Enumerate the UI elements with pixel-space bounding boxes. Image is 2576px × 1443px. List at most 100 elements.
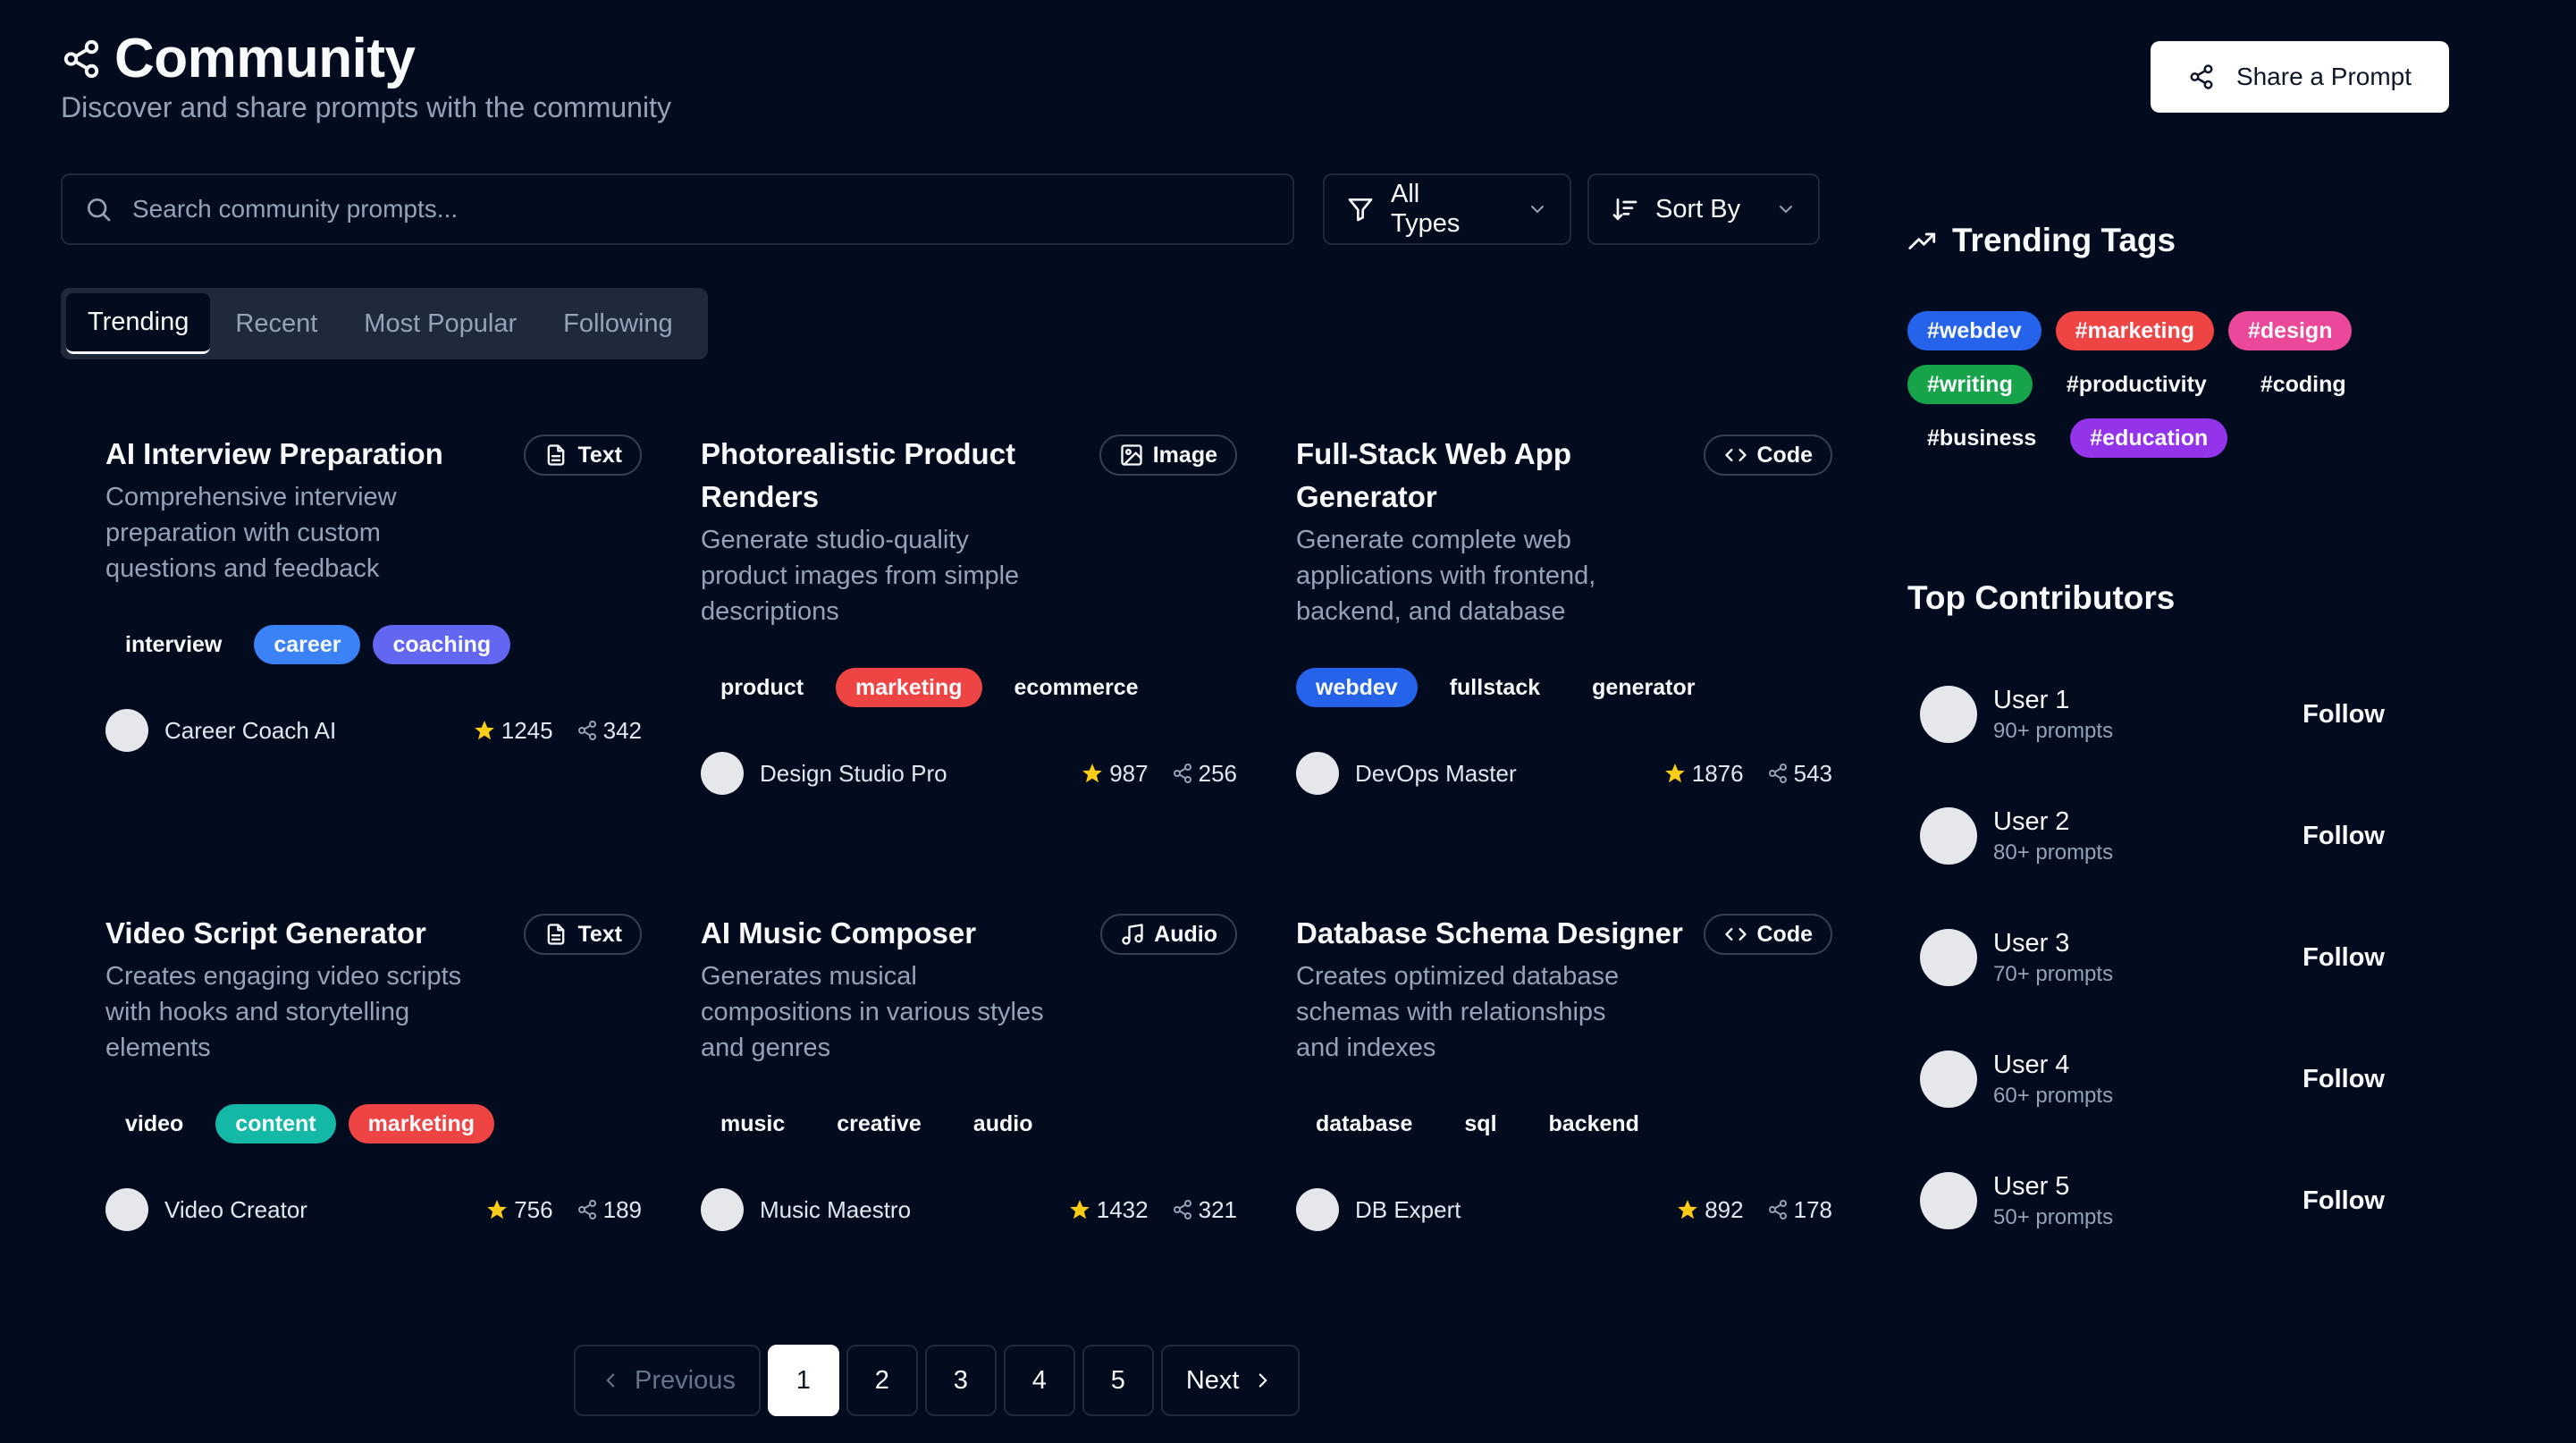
top-contributors-heading: Top Contributors [1907,579,2175,617]
follow-button[interactable]: Follow [2302,1065,2385,1094]
contributor-prompt-count: 70+ prompts [1993,961,2114,986]
contributor-info: User 4 60+ prompts [1993,1051,2302,1109]
prompt-card[interactable]: Database Schema Designer Code Creates opti… [1296,912,1832,1232]
trending-tag[interactable]: #productivity [2047,365,2227,404]
tag-chip[interactable]: music [701,1104,804,1143]
tab-trending[interactable]: Trending [66,293,211,354]
author-name[interactable]: Music Maestro [760,1196,1045,1224]
trending-tag[interactable]: #marketing [2055,311,2214,350]
share-count[interactable]: 256 [1172,760,1237,788]
tag-chip[interactable]: database [1296,1104,1432,1143]
trending-tag[interactable]: #business [1907,418,2056,458]
follow-button[interactable]: Follow [2302,700,2385,730]
star-count[interactable]: 1245 [473,717,553,745]
card-description: Generates musical compositions in variou… [701,962,1044,1062]
prompt-card[interactable]: Photorealistic Product Renders Image Gener… [701,433,1237,796]
share-icon [1767,1199,1789,1220]
chevron-down-icon [1527,198,1548,220]
tag-chip[interactable]: video [105,1104,203,1143]
tab-following[interactable]: Following [542,293,695,354]
page-button-5[interactable]: 5 [1082,1345,1154,1416]
type-badge: Audio [1100,914,1237,955]
author-name[interactable]: Design Studio Pro [760,760,1057,788]
tag-chip[interactable]: career [254,625,361,664]
star-icon [1663,762,1687,785]
music-note-icon [1120,922,1145,947]
contributor-name[interactable]: User 5 [1993,1172,2302,1202]
sort-dropdown[interactable]: Sort By [1587,173,1820,245]
tag-chip[interactable]: generator [1572,668,1714,707]
star-count[interactable]: 987 [1081,760,1149,788]
card-header: Database Schema Designer Code [1296,912,1832,955]
author-name[interactable]: Video Creator [164,1196,462,1224]
type-filter-dropdown[interactable]: All Types [1323,173,1571,245]
card-header: Video Script Generator Text [105,912,642,955]
share-count[interactable]: 189 [577,1196,642,1224]
card-title: Photorealistic Product Renders [701,437,1016,513]
tag-chip[interactable]: fullstack [1430,668,1560,707]
contributor-row: User 4 60+ prompts Follow [1920,1048,2385,1110]
share-prompt-button[interactable]: Share a Prompt [2151,41,2449,113]
trending-tag[interactable]: #writing [1907,365,2033,404]
star-icon [473,719,496,742]
contributor-name[interactable]: User 3 [1993,929,2302,958]
star-count[interactable]: 1432 [1068,1196,1149,1224]
contributor-row: User 3 70+ prompts Follow [1920,926,2385,989]
trending-tag[interactable]: #design [2228,311,2353,350]
share-count[interactable]: 321 [1172,1196,1237,1224]
page-button-2[interactable]: 2 [846,1345,918,1416]
tag-chip[interactable]: marketing [836,668,982,707]
tag-chip[interactable]: backend [1529,1104,1659,1143]
trending-tag[interactable]: #coding [2241,365,2366,404]
tag-chip[interactable]: webdev [1296,668,1418,707]
star-count[interactable]: 892 [1676,1196,1744,1224]
share-count[interactable]: 543 [1767,760,1832,788]
tab-recent[interactable]: Recent [214,293,339,354]
card-title: Database Schema Designer [1296,916,1683,949]
share-icon [1767,763,1789,784]
next-page-button[interactable]: Next [1160,1345,1301,1416]
author-name[interactable]: DB Expert [1355,1196,1653,1224]
share-count[interactable]: 178 [1767,1196,1832,1224]
tag-chip[interactable]: audio [954,1104,1053,1143]
star-icon [1081,762,1104,785]
tab-most-popular[interactable]: Most Popular [342,293,538,354]
tag-chip[interactable]: interview [105,625,241,664]
trending-tag[interactable]: #education [2070,418,2228,458]
star-value: 1432 [1096,1195,1149,1223]
contributor-prompt-count: 80+ prompts [1993,840,2114,865]
avatar [701,752,744,795]
share-count[interactable]: 342 [577,717,642,745]
tag-chip[interactable]: sql [1444,1104,1516,1143]
contributor-name[interactable]: User 4 [1993,1051,2302,1080]
prompt-card[interactable]: Video Script Generator Text Creates engagi… [105,912,642,1232]
follow-button[interactable]: Follow [2302,943,2385,973]
page-button-4[interactable]: 4 [1003,1345,1075,1416]
page-button-3[interactable]: 3 [924,1345,997,1416]
previous-page-button[interactable]: Previous [574,1345,761,1416]
tag-chip[interactable]: coaching [373,625,511,664]
prompt-card[interactable]: AI Music Composer Audio Generates musical … [701,912,1237,1232]
star-count[interactable]: 1876 [1663,760,1744,788]
page-button-1[interactable]: 1 [767,1345,839,1416]
tag-chip[interactable]: content [215,1104,336,1143]
search-input[interactable] [132,195,1205,224]
follow-button[interactable]: Follow [2302,822,2385,851]
contributor-name[interactable]: User 1 [1993,686,2302,715]
star-count[interactable]: 756 [485,1196,553,1224]
follow-button[interactable]: Follow [2302,1186,2385,1216]
card-tags: video content marketing [105,1103,642,1144]
card-title: AI Interview Preparation [105,437,443,470]
tag-chip[interactable]: product [701,668,823,707]
contributor-name[interactable]: User 2 [1993,807,2302,837]
author-name[interactable]: DevOps Master [1355,760,1640,788]
author-name[interactable]: Career Coach AI [164,717,450,745]
prompt-card[interactable]: Full-Stack Web App Generator Code Generate… [1296,433,1832,796]
trending-tag[interactable]: #webdev [1907,311,2041,350]
share-value: 256 [1198,759,1237,787]
prompt-card[interactable]: AI Interview Preparation Text Comprehensiv… [105,433,642,753]
tag-chip[interactable]: ecommerce [995,668,1158,707]
tag-chip[interactable]: marketing [348,1104,495,1143]
search-box[interactable] [61,173,1294,245]
tag-chip[interactable]: creative [817,1104,941,1143]
